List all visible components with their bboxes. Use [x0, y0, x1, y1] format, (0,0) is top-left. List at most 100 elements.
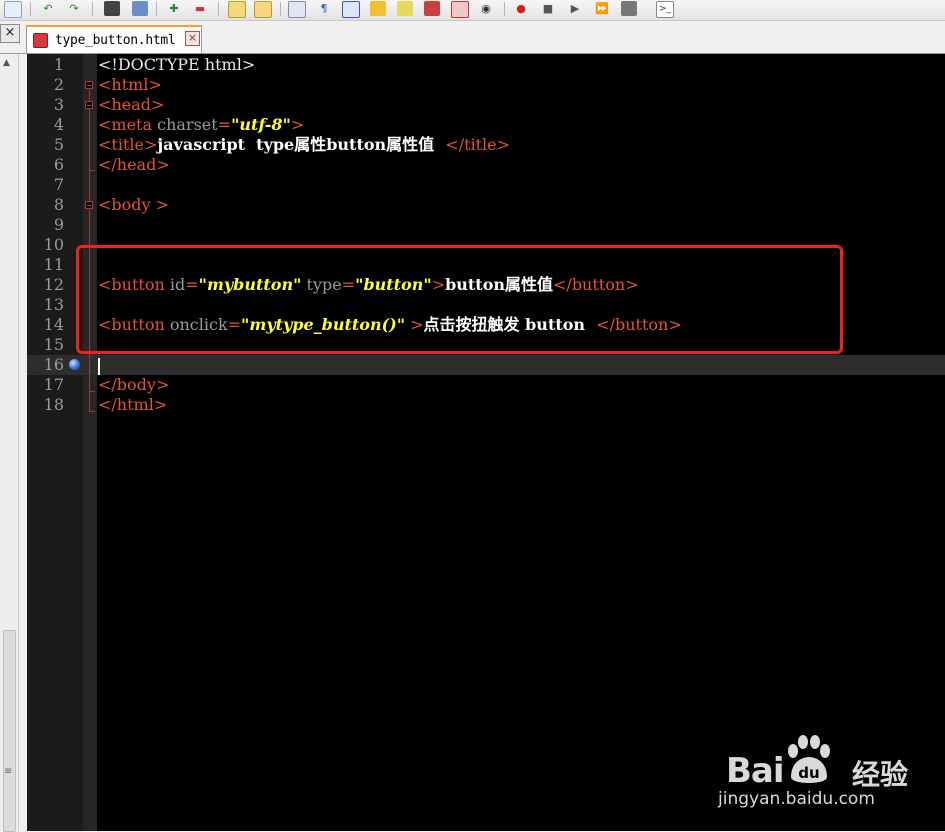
redo-icon[interactable]: ↷ [66, 1, 82, 16]
line-number: 13 [43, 295, 64, 314]
show-all-chars-icon[interactable]: ¶ [316, 1, 332, 16]
code-text: </body> [98, 375, 169, 395]
code-token: </title> [445, 135, 511, 154]
function-list-icon[interactable] [424, 1, 440, 16]
zoom-in-icon[interactable]: ✚ [166, 1, 182, 16]
toolbar-separator [30, 2, 31, 16]
fold-line-html [89, 391, 90, 411]
line-number: 15 [43, 335, 64, 354]
code-token: </head> [98, 155, 170, 174]
panel-close-button[interactable]: × [0, 24, 20, 43]
save-macro-icon[interactable] [621, 1, 637, 16]
code-token: <head> [98, 95, 165, 114]
sync-h-icon[interactable] [254, 1, 272, 18]
line-number: 2 [53, 75, 64, 94]
tab-close-button[interactable]: × [185, 31, 200, 46]
red-highlight-annotation [76, 245, 843, 354]
scroll-up-arrow-icon[interactable]: ▲ [3, 58, 10, 68]
fold-line-html [89, 170, 90, 201]
code-line[interactable]: 9 [27, 215, 945, 235]
fold-end-html [89, 411, 95, 412]
line-number: 3 [53, 95, 64, 114]
user-lang-icon[interactable] [370, 1, 386, 16]
undo-icon[interactable]: ↶ [40, 1, 56, 16]
code-text: </head> [98, 155, 170, 175]
code-text: <head> [98, 95, 164, 115]
code-token: </html> [98, 395, 168, 414]
code-text: <body > [98, 195, 169, 215]
line-number: 1 [53, 55, 64, 74]
find-icon[interactable] [104, 1, 120, 16]
line-number: 10 [43, 235, 64, 254]
code-line[interactable]: 5 <title>javascript type属性button属性值 </tit… [27, 135, 945, 155]
fold-line-head [89, 109, 90, 170]
fold-line-html [89, 89, 90, 101]
baidu-jingyan-watermark: Bai du 经验 jingyan.baidu.com [718, 733, 926, 813]
bookmark-icon[interactable] [69, 359, 80, 370]
line-number: 18 [43, 395, 64, 414]
toolbar-separator [92, 2, 93, 16]
watermark-brand: Bai [726, 751, 785, 791]
code-text: <meta charset="utf-8"> [98, 115, 304, 135]
line-number: 12 [43, 275, 64, 294]
line-number: 8 [53, 195, 64, 214]
zoom-out-icon[interactable]: ▬ [192, 1, 208, 16]
code-token: > [290, 115, 305, 134]
code-token: <body > [98, 195, 170, 214]
line-number: 17 [43, 375, 64, 394]
line-number: 9 [53, 215, 64, 234]
code-text: <title>javascript type属性button属性值 </titl… [98, 135, 510, 155]
line-number: 5 [53, 135, 64, 154]
code-line[interactable]: 18 </html> [27, 395, 945, 415]
code-line[interactable]: 8 <body > [27, 195, 945, 215]
text-caret [98, 358, 100, 375]
left-panel-scrollbar[interactable]: ▲ ≡ [0, 54, 19, 832]
code-token: <!DOCTYPE html> [98, 55, 256, 74]
new-file-icon[interactable] [4, 1, 22, 18]
code-line[interactable]: 16 [27, 355, 945, 375]
code-line[interactable]: 7 [27, 175, 945, 195]
toolbar-separator [280, 2, 281, 16]
code-line[interactable]: 6 </head> [27, 155, 945, 175]
code-line[interactable]: 2 <html> [27, 75, 945, 95]
clipboard-icon[interactable] [451, 1, 469, 18]
tab-type-button-html[interactable]: type_button.html × [26, 25, 202, 53]
play-macro-icon[interactable]: ▶ [567, 1, 583, 16]
baidu-paw-icon: du [788, 735, 830, 783]
line-number: 11 [43, 255, 64, 274]
code-line[interactable]: 4 <meta charset="utf-8"> [27, 115, 945, 135]
line-number: 4 [53, 115, 64, 134]
tab-label: type_button.html [55, 33, 176, 48]
code-line[interactable]: 1 <!DOCTYPE html> [27, 55, 945, 75]
code-text: </html> [98, 395, 167, 415]
grip-icon: ≡ [4, 766, 13, 777]
code-line[interactable]: 17 </body> [27, 375, 945, 395]
doc-map-icon[interactable] [397, 1, 413, 16]
run-macro-multiple-icon[interactable]: ⏩ [594, 1, 610, 16]
scrollbar-thumb[interactable] [3, 630, 16, 832]
code-line[interactable]: 3 <head> [27, 95, 945, 115]
code-token: "utf-8" [231, 115, 291, 134]
watermark-url: jingyan.baidu.com [718, 789, 875, 809]
line-number: 6 [53, 155, 64, 174]
sync-v-icon[interactable] [228, 1, 246, 18]
console-icon[interactable]: >_ [656, 1, 674, 18]
code-token: = [217, 115, 232, 134]
code-token: charset [157, 115, 218, 134]
stop-record-icon[interactable]: ■ [540, 1, 556, 16]
toolbar: ↶ ↷ ✚ ▬ ¶ ◉ ● ■ ▶ ⏩ >_ [0, 0, 945, 21]
fold-toggle-html[interactable] [85, 81, 93, 89]
word-wrap-icon[interactable] [288, 1, 306, 18]
code-text: <!DOCTYPE html> [98, 55, 255, 75]
record-macro-icon[interactable]: ● [513, 1, 529, 16]
code-editor[interactable]: 1 <!DOCTYPE html> 2 <html> 3 <head> 4 <meta cha… [27, 54, 945, 831]
monitor-icon[interactable]: ◉ [478, 1, 494, 16]
fold-toggle-head[interactable] [85, 101, 93, 109]
watermark-paw-letters: du [798, 764, 819, 782]
line-number: 16 [43, 355, 64, 374]
line-number: 14 [43, 315, 64, 334]
code-text: <html> [98, 75, 162, 95]
fold-toggle-body[interactable] [85, 201, 93, 209]
indent-guide-icon[interactable] [342, 1, 360, 18]
replace-icon[interactable] [132, 1, 148, 16]
